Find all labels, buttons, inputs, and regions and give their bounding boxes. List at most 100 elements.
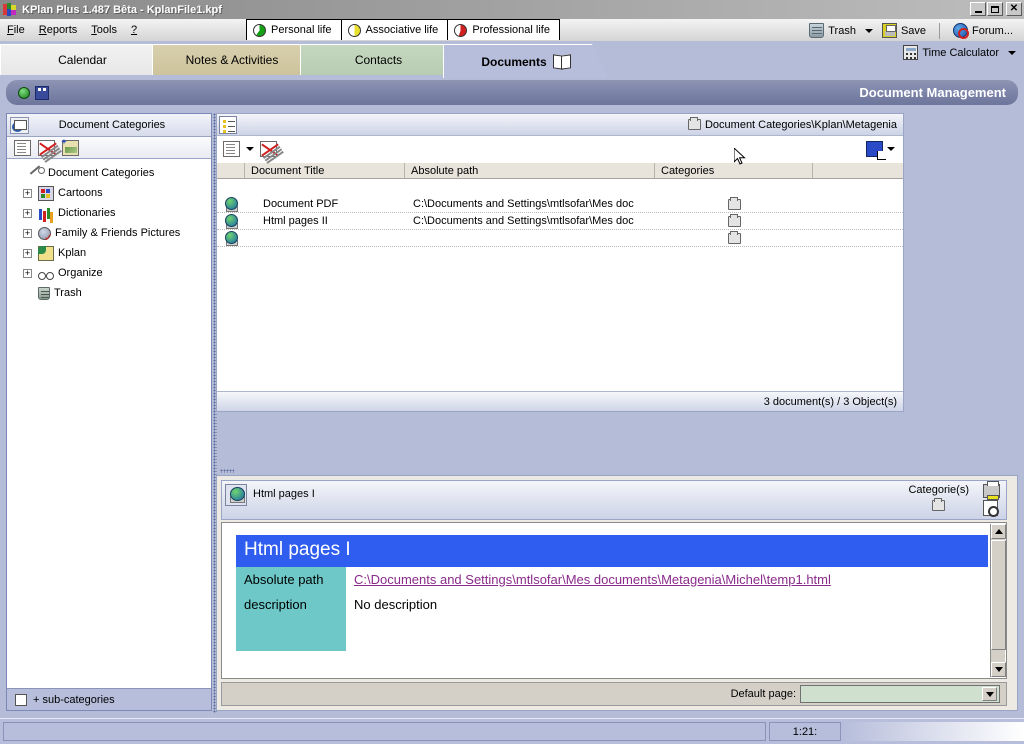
trash-button[interactable]: Trash bbox=[806, 22, 859, 39]
tree-item-kplan[interactable]: + Kplan bbox=[11, 243, 211, 263]
document-field-labels: Absolute path description bbox=[236, 567, 346, 651]
globe-icon bbox=[18, 86, 30, 99]
menu-tools[interactable]: Tools bbox=[84, 22, 124, 38]
chevron-down-icon[interactable] bbox=[982, 687, 997, 701]
detail-vertical-scrollbar[interactable] bbox=[990, 524, 1006, 677]
menu-help[interactable]: ? bbox=[124, 22, 144, 38]
family-pictures-icon bbox=[38, 226, 53, 242]
folder-icon bbox=[687, 117, 701, 130]
tab-notes-activities[interactable]: Notes & Activities bbox=[152, 44, 317, 75]
status-bar: 1:21: bbox=[0, 718, 1024, 744]
tree-item-cartoons[interactable]: + Cartoons bbox=[11, 183, 211, 203]
expand-icon[interactable]: + bbox=[23, 268, 32, 278]
trash-dropdown-icon[interactable] bbox=[864, 28, 873, 33]
detail-actions bbox=[983, 481, 1000, 517]
expand-icon[interactable]: + bbox=[23, 248, 32, 258]
dictionaries-icon bbox=[38, 206, 54, 221]
new-image-icon[interactable] bbox=[62, 139, 79, 156]
column-header-icon[interactable] bbox=[217, 163, 245, 178]
tree-root-node[interactable]: Document Categories bbox=[11, 163, 211, 183]
list-view-icon[interactable] bbox=[219, 115, 237, 134]
print-icon[interactable] bbox=[983, 481, 1000, 500]
tab-personal-life-label: Personal life bbox=[271, 24, 332, 36]
scroll-thumb[interactable] bbox=[991, 540, 1006, 650]
table-row[interactable]: Document PDF C:\Documents and Settings\m… bbox=[217, 196, 903, 213]
tree-item-trash[interactable]: Trash bbox=[11, 283, 211, 303]
detail-body: Html pages I Absolute path description C… bbox=[221, 522, 1007, 679]
subcategories-checkbox[interactable] bbox=[15, 693, 27, 706]
list-column-headers: Document Title Absolute path Categories bbox=[217, 162, 903, 179]
row-categories[interactable] bbox=[655, 213, 813, 229]
life-tabs: Personal life Associative life Professio… bbox=[246, 19, 560, 40]
top-toolbar: Trash Save Forum... bbox=[806, 22, 1016, 39]
tab-documents-label: Documents bbox=[481, 54, 547, 69]
categories-panel: Document Categories Document Categories … bbox=[6, 113, 212, 711]
row-icon-cell bbox=[217, 230, 245, 246]
column-header-path[interactable]: Absolute path bbox=[405, 163, 655, 178]
add-document-dropdown-icon[interactable] bbox=[246, 146, 254, 151]
document-field-values: C:\Documents and Settings\mtlsofar\Mes d… bbox=[346, 567, 988, 651]
detail-categories: Categorie(s) bbox=[908, 484, 969, 516]
remove-document-icon[interactable] bbox=[260, 140, 277, 157]
add-document-icon[interactable] bbox=[223, 140, 240, 157]
tab-associative-life[interactable]: Associative life bbox=[340, 19, 449, 40]
detail-header-title: Html pages I bbox=[253, 488, 315, 500]
categories-view-icon[interactable] bbox=[10, 116, 29, 134]
new-document-icon[interactable] bbox=[14, 139, 31, 156]
tree-item-organize[interactable]: + Organize bbox=[11, 263, 211, 283]
minimize-button[interactable] bbox=[970, 2, 986, 16]
detail-footer: Default page: bbox=[221, 682, 1007, 706]
row-icon-cell bbox=[217, 196, 245, 212]
tree-root-label: Document Categories bbox=[48, 167, 155, 179]
scroll-up-button[interactable] bbox=[991, 524, 1006, 539]
absolute-path-link[interactable]: C:\Documents and Settings\mtlsofar\Mes d… bbox=[354, 572, 831, 587]
trash-icon bbox=[809, 23, 825, 38]
close-button[interactable]: ✕ bbox=[1006, 2, 1022, 16]
table-row[interactable] bbox=[217, 230, 903, 247]
tree-item-family-friends-pictures[interactable]: + Family & Friends Pictures bbox=[11, 223, 211, 243]
tree-item-label: Dictionaries bbox=[58, 207, 116, 219]
tab-personal-life[interactable]: Personal life bbox=[246, 19, 342, 40]
expand-icon[interactable]: + bbox=[23, 188, 32, 198]
field-label: description bbox=[244, 597, 307, 612]
document-card-title: Html pages I bbox=[236, 535, 988, 567]
scroll-down-button[interactable] bbox=[991, 662, 1006, 677]
row-path bbox=[405, 230, 655, 246]
tab-contacts[interactable]: Contacts bbox=[300, 44, 462, 75]
default-page-label: Default page: bbox=[730, 688, 796, 700]
menu-reports[interactable]: Reports bbox=[32, 22, 85, 38]
page-title: Document Management bbox=[859, 85, 1006, 100]
export-icon[interactable] bbox=[866, 140, 886, 160]
document-detail-panel: Html pages I Categorie(s) Html pages I A… bbox=[216, 475, 1018, 711]
row-categories[interactable] bbox=[655, 196, 813, 212]
delete-document-icon[interactable] bbox=[38, 139, 55, 156]
expand-icon[interactable]: + bbox=[23, 208, 32, 218]
panel-splitter-horizontal[interactable] bbox=[216, 468, 1018, 474]
maximize-button[interactable] bbox=[987, 2, 1003, 16]
export-dropdown-icon[interactable] bbox=[887, 146, 895, 151]
field-label: Absolute path bbox=[244, 572, 324, 587]
expand-icon[interactable]: + bbox=[23, 228, 32, 238]
table-row[interactable]: Html pages II C:\Documents and Settings\… bbox=[217, 213, 903, 230]
default-page-select[interactable] bbox=[800, 685, 1000, 703]
menu-file[interactable]: File bbox=[0, 22, 32, 38]
subcategories-bar: + sub-categories bbox=[7, 688, 211, 710]
folder-icon[interactable] bbox=[932, 498, 946, 511]
column-header-extra[interactable] bbox=[813, 163, 903, 178]
save-button[interactable]: Save bbox=[879, 22, 929, 39]
detail-header-right: Categorie(s) bbox=[908, 481, 1006, 517]
forum-button[interactable]: Forum... bbox=[950, 22, 1016, 39]
tree-item-dictionaries[interactable]: + Dictionaries bbox=[11, 203, 211, 223]
document-globe-icon bbox=[224, 196, 238, 212]
tab-notes-activities-label: Notes & Activities bbox=[185, 53, 279, 67]
tab-documents[interactable]: Documents bbox=[443, 44, 608, 78]
preview-icon[interactable] bbox=[983, 500, 999, 517]
tab-professional-life[interactable]: Professional life bbox=[447, 19, 560, 40]
toolbar-separator bbox=[939, 22, 941, 39]
column-header-title[interactable]: Document Title bbox=[245, 163, 405, 178]
tab-calendar[interactable]: Calendar bbox=[0, 44, 170, 75]
status-resize-grip[interactable] bbox=[844, 722, 1024, 741]
kplan-icon bbox=[38, 245, 54, 261]
row-categories[interactable] bbox=[655, 230, 813, 246]
categories-toolbar bbox=[7, 137, 211, 159]
